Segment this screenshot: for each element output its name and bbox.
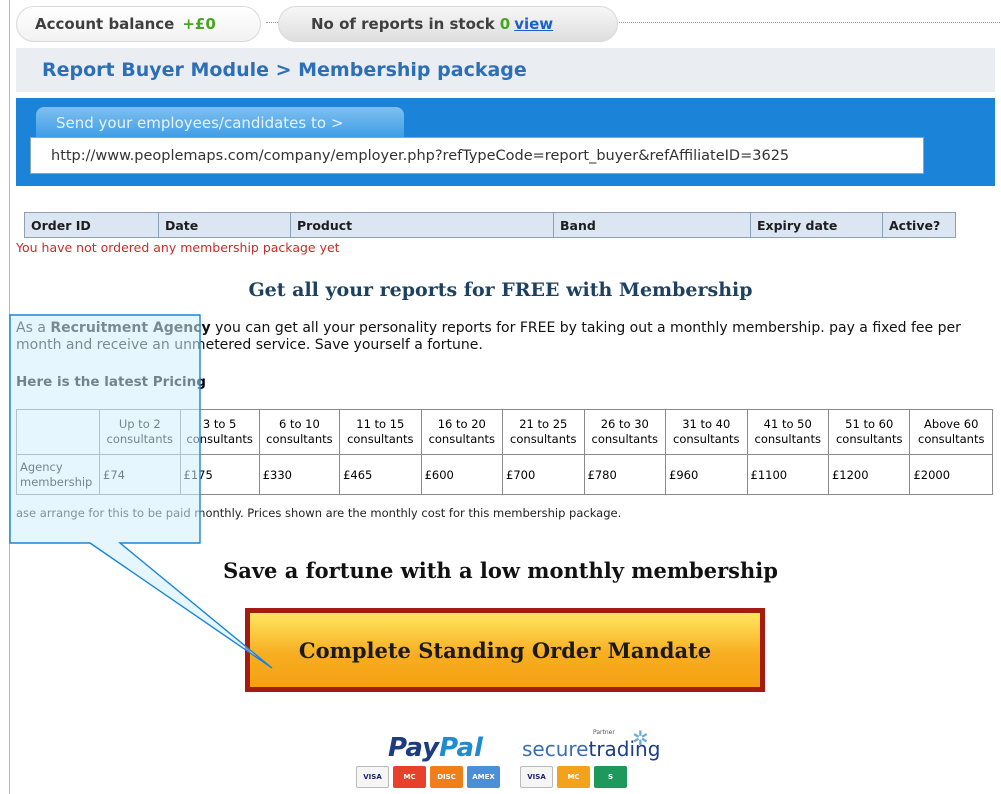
account-balance-label: Account balance	[35, 15, 175, 33]
band-header: Up to 2 consultants	[99, 409, 181, 455]
referral-panel: Send your employees/candidates to >	[16, 98, 995, 186]
reports-stock-pill: No of reports in stock 0 view	[278, 6, 618, 42]
reports-stock-label: No of reports in stock	[311, 15, 495, 33]
pricing-table: Up to 2 consultants 3 to 5 consultants 6…	[16, 409, 993, 495]
price-cell: £960	[665, 454, 748, 495]
securetrading-card-logos: VISA MC S	[520, 766, 627, 788]
band-header: 6 to 10 consultants	[258, 409, 341, 455]
visa-card-icon: VISA	[356, 766, 389, 788]
band-header: 31 to 40 consultants	[665, 409, 748, 455]
column-header: Order ID	[24, 212, 159, 238]
account-balance-pill: Account balance +£0	[16, 6, 261, 42]
column-header: Active?	[882, 212, 956, 238]
account-balance-value: +£0	[182, 15, 216, 33]
mastercard-icon: MC	[557, 766, 590, 788]
price-cell: £780	[583, 454, 667, 495]
discover-card-icon: DISC	[430, 766, 463, 788]
paypal-logo: PayPal	[388, 733, 483, 763]
view-reports-link[interactable]: view	[514, 15, 553, 33]
pricing-header-row: Up to 2 consultants 3 to 5 consultants 6…	[16, 409, 993, 455]
price-cell: £175	[179, 454, 260, 495]
referral-tab[interactable]: Send your employees/candidates to >	[36, 107, 404, 137]
pricing-row: Agency membership £74 £175 £330 £465 £60…	[16, 454, 993, 495]
solo-card-icon: S	[594, 766, 627, 788]
amex-card-icon: AMEX	[467, 766, 500, 788]
intro-agency: Recruitment Agency	[50, 320, 211, 336]
price-cell: £465	[339, 454, 422, 495]
price-cell: £74	[99, 454, 181, 495]
page-title: Report Buyer Module > Membership package	[16, 48, 995, 92]
band-header: 16 to 20 consultants	[420, 409, 504, 455]
band-header: 11 to 15 consultants	[339, 409, 422, 455]
paypal-logo-text: Pay	[388, 733, 440, 763]
orders-header-row: Order ID Date Product Band Expiry date A…	[24, 212, 956, 238]
price-cell: £1200	[827, 454, 911, 495]
column-header: Date	[158, 212, 291, 238]
securetrading-logo-text: trading	[588, 737, 661, 761]
reports-stock-count: 0	[499, 15, 511, 33]
price-cell: £330	[258, 454, 341, 495]
band-header: 21 to 25 consultants	[502, 409, 585, 455]
price-cell: £600	[420, 454, 504, 495]
securetrading-logo-text: secure	[522, 737, 589, 761]
row-label: Agency membership	[16, 454, 100, 495]
save-heading: Save a fortune with a low monthly member…	[223, 558, 778, 583]
column-header: Expiry date	[750, 212, 883, 238]
column-header: Product	[290, 212, 554, 238]
price-cell: £700	[502, 454, 585, 495]
price-cell: £2000	[909, 454, 993, 495]
left-border	[9, 0, 10, 794]
price-cell: £1100	[746, 454, 829, 495]
band-header: 3 to 5 consultants	[179, 409, 260, 455]
band-header: 51 to 60 consultants	[827, 409, 911, 455]
pricing-note: ase arrange for this to be paid monthly.…	[16, 506, 622, 520]
paypal-logo-text: Pal	[439, 733, 483, 763]
referral-url-field[interactable]	[30, 137, 924, 174]
column-header: Band	[553, 212, 751, 238]
mastercard-icon: MC	[393, 766, 426, 788]
intro-text: As a	[16, 320, 51, 336]
orders-table: Order ID Date Product Band Expiry date A…	[24, 212, 956, 238]
membership-intro: As a Recruitment Agency you can get all …	[16, 320, 991, 354]
band-header: 41 to 50 consultants	[746, 409, 829, 455]
status-bar: Account balance +£0 No of reports in sto…	[16, 2, 1001, 42]
paypal-card-logos: VISA MC DISC AMEX	[356, 766, 500, 788]
membership-heading: Get all your reports for FREE with Membe…	[248, 279, 753, 301]
band-header: Above 60 consultants	[909, 409, 993, 455]
standing-order-button[interactable]: Complete Standing Order Mandate	[245, 608, 765, 692]
securetrading-gear-icon: ✲	[632, 726, 649, 750]
band-header: 26 to 30 consultants	[583, 409, 667, 455]
visa-card-icon: VISA	[520, 766, 553, 788]
pricing-corner	[16, 409, 100, 455]
securetrading-partner: Partner	[593, 729, 615, 736]
empty-orders-message: You have not ordered any membership pack…	[16, 240, 340, 255]
pricing-heading: Here is the latest Pricing	[16, 374, 206, 390]
